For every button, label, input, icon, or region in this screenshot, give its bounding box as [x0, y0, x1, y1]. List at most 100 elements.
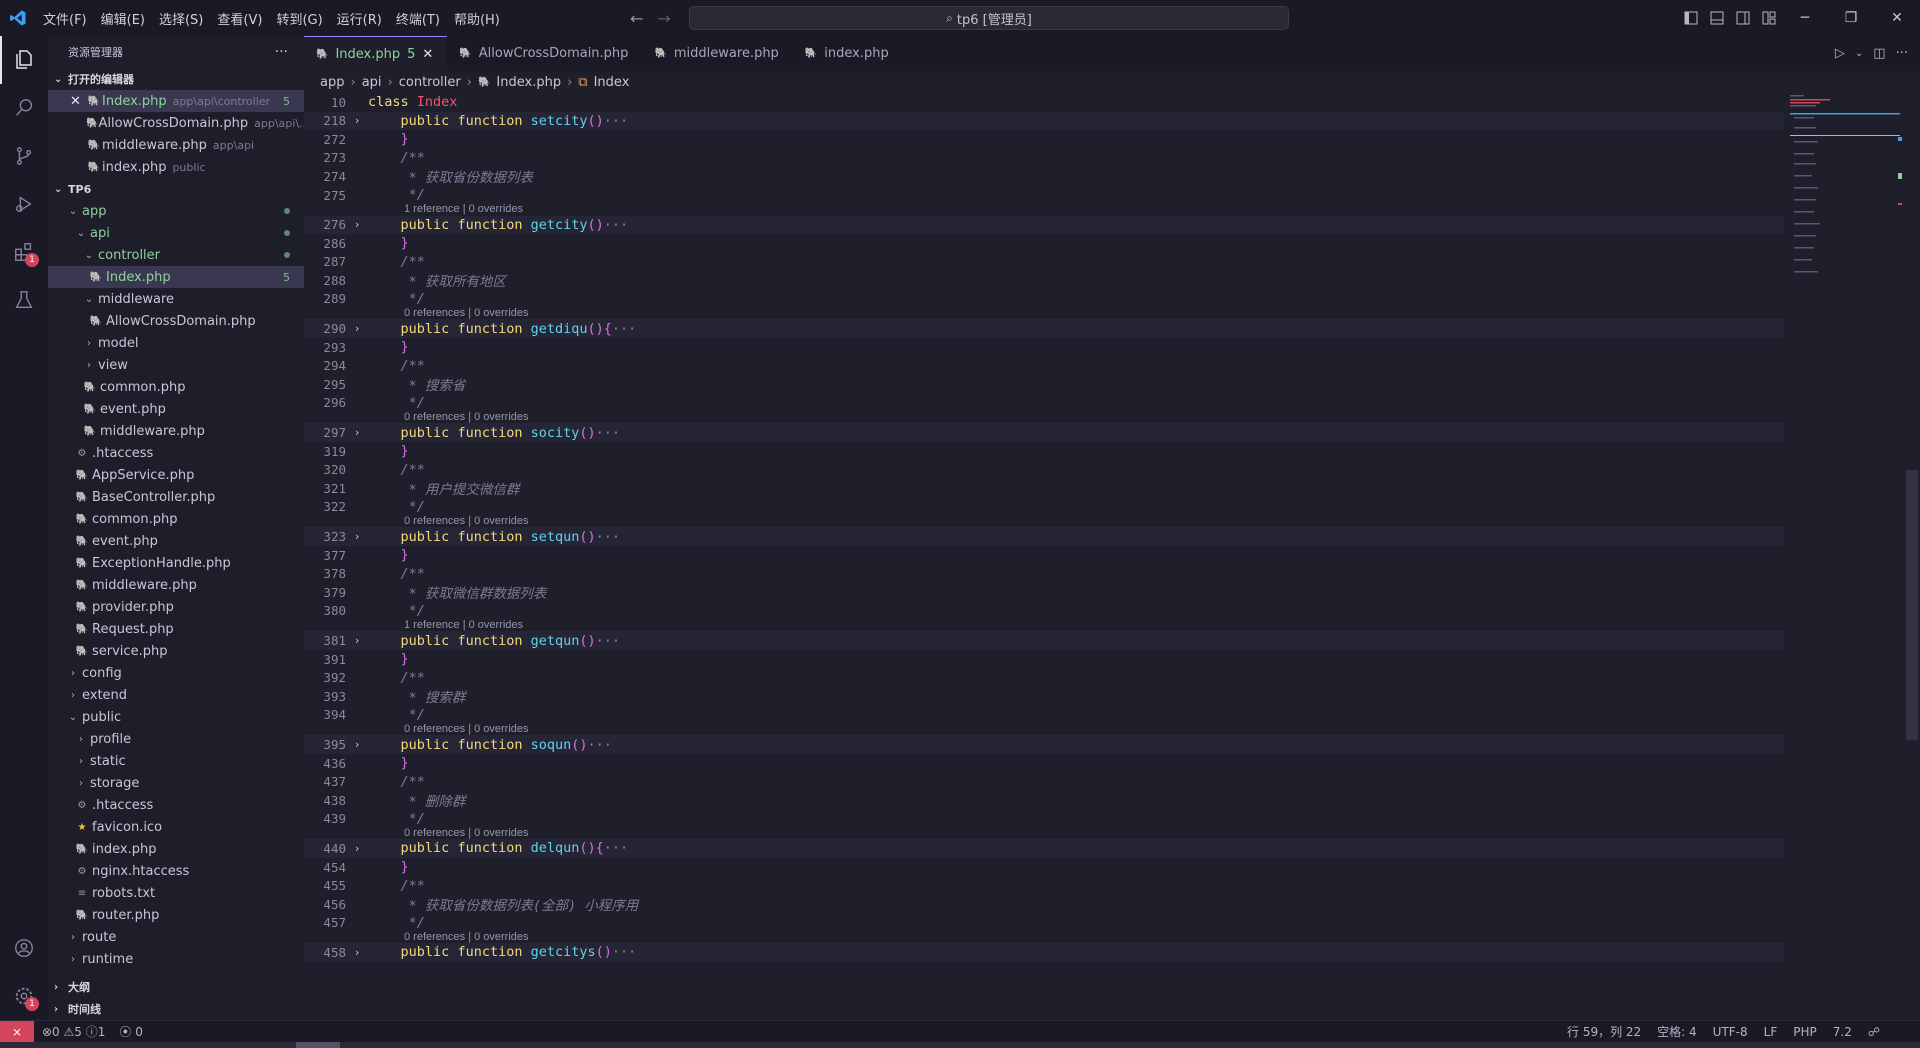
tree-file[interactable]: 🐘 service.php	[48, 640, 304, 662]
tree-file[interactable]: 🐘 AppService.php	[48, 464, 304, 486]
problems-indicator[interactable]: ⊗0 ⚠5 ⓘ1	[42, 1023, 105, 1040]
tree-file[interactable]: 🐘 provider.php	[48, 596, 304, 618]
toggle-primary-sidebar-icon[interactable]	[1678, 0, 1704, 36]
split-editor-icon[interactable]: ◫	[1873, 46, 1885, 61]
fold-chevron-icon[interactable]: ›	[346, 114, 368, 127]
minimize-icon[interactable]: ─	[1782, 0, 1828, 36]
tree-file[interactable]: ★ favicon.ico	[48, 816, 304, 838]
back-arrow-icon[interactable]: ←	[630, 9, 643, 28]
tab-allowcrossdomain[interactable]: 🐘 AllowCrossDomain.php	[447, 36, 642, 71]
close-icon[interactable]: ✕	[422, 47, 433, 62]
tree-file[interactable]: 🐘 middleware.php	[48, 574, 304, 596]
breadcrumb-item[interactable]: Index.php	[496, 75, 561, 90]
open-editor-item[interactable]: 🐘 middleware.php app\api	[48, 134, 304, 156]
tab-middleware[interactable]: 🐘 middleware.php	[642, 36, 792, 71]
fold-ellipsis[interactable]: ···	[604, 217, 628, 233]
tree-file[interactable]: 🐘 event.php	[48, 530, 304, 552]
extensions-icon[interactable]: 1	[0, 228, 48, 276]
close-icon[interactable]: ✕	[1874, 0, 1920, 36]
tree-file[interactable]: 🐘 AllowCrossDomain.php	[48, 310, 304, 332]
tree-folder[interactable]: › view	[48, 354, 304, 376]
menu-item[interactable]: 选择(S)	[152, 9, 210, 28]
menu-item[interactable]: 文件(F)	[36, 9, 94, 28]
tree-file[interactable]: 🐘 common.php	[48, 376, 304, 398]
tree-file[interactable]: 🐘 BaseController.php	[48, 486, 304, 508]
fold-chevron-icon[interactable]: ›	[346, 634, 368, 647]
end-of-line[interactable]: LF	[1764, 1025, 1778, 1039]
tree-folder[interactable]: ⌄ api	[48, 222, 304, 244]
fold-chevron-icon[interactable]: ›	[346, 322, 368, 335]
tree-file[interactable]: ⚙ .htaccess	[48, 794, 304, 816]
fold-ellipsis[interactable]: ···	[612, 321, 636, 337]
customize-layout-icon[interactable]	[1756, 0, 1782, 36]
fold-ellipsis[interactable]: ···	[604, 113, 628, 129]
testing-icon[interactable]	[0, 276, 48, 324]
tree-folder[interactable]: › static	[48, 750, 304, 772]
fold-chevron-icon[interactable]: ›	[346, 426, 368, 439]
chevron-down-icon[interactable]: ⌄	[1855, 48, 1863, 59]
run-icon[interactable]: ▷	[1835, 46, 1845, 61]
run-debug-icon[interactable]	[0, 180, 48, 228]
code-editor[interactable]: 10 class Index 218 › public function setcit…	[304, 93, 1784, 1016]
project-section[interactable]: ⌄ TP6	[48, 178, 304, 200]
tree-folder[interactable]: › profile	[48, 728, 304, 750]
tree-file[interactable]: 🐘 Request.php	[48, 618, 304, 640]
tree-file[interactable]: 🐘 Index.php 5	[48, 266, 304, 288]
source-control-icon[interactable]	[0, 132, 48, 180]
accounts-icon[interactable]	[0, 924, 48, 972]
forward-arrow-icon[interactable]: →	[657, 9, 670, 28]
tree-folder[interactable]: › runtime	[48, 948, 304, 970]
command-center-search[interactable]: ⌕ tp6 [管理员]	[689, 6, 1289, 30]
fold-ellipsis[interactable]: ···	[588, 737, 612, 753]
tree-folder[interactable]: › route	[48, 926, 304, 948]
breadcrumb-item[interactable]: api	[362, 75, 382, 90]
breadcrumb-item[interactable]: controller	[399, 75, 461, 90]
toggle-secondary-sidebar-icon[interactable]	[1730, 0, 1756, 36]
tree-file[interactable]: ⚙ .htaccess	[48, 442, 304, 464]
fold-ellipsis[interactable]: ···	[596, 633, 620, 649]
breadcrumb-item[interactable]: Index	[594, 75, 630, 90]
language-mode[interactable]: PHP	[1793, 1025, 1817, 1039]
tree-folder[interactable]: ⌄ controller	[48, 244, 304, 266]
timeline-section[interactable]: › 时间线	[48, 998, 304, 1020]
menu-item[interactable]: 转到(G)	[269, 9, 329, 28]
open-editor-item[interactable]: ✕ 🐘 Index.php app\api\controller 5	[48, 90, 304, 112]
fold-ellipsis[interactable]: ···	[612, 944, 636, 960]
tree-file[interactable]: 🐘 router.php	[48, 904, 304, 926]
indentation[interactable]: 空格: 4	[1657, 1023, 1697, 1040]
fold-chevron-icon[interactable]: ›	[346, 530, 368, 543]
open-editor-item[interactable]: 🐘 index.php public	[48, 156, 304, 178]
cursor-position[interactable]: 行 59，列 22	[1567, 1023, 1641, 1040]
fold-chevron-icon[interactable]: ›	[346, 946, 368, 959]
tree-file[interactable]: 🐘 common.php	[48, 508, 304, 530]
breadcrumb-item[interactable]: app	[320, 75, 344, 90]
more-actions-icon[interactable]: ···	[1896, 46, 1908, 61]
ports-indicator[interactable]: ⦿ 0	[119, 1023, 142, 1040]
fold-ellipsis[interactable]: ···	[596, 529, 620, 545]
outline-section[interactable]: › 大纲	[48, 976, 304, 998]
menu-item[interactable]: 查看(V)	[210, 9, 269, 28]
tree-folder[interactable]: ⌄ app	[48, 200, 304, 222]
minimap[interactable]	[1784, 93, 1904, 1016]
toggle-panel-icon[interactable]	[1704, 0, 1730, 36]
explorer-icon[interactable]	[0, 36, 48, 84]
tree-folder[interactable]: › extend	[48, 684, 304, 706]
fold-chevron-icon[interactable]: ›	[346, 738, 368, 751]
menu-item[interactable]: 编辑(E)	[94, 9, 152, 28]
close-icon[interactable]: ✕	[70, 94, 86, 109]
vertical-scrollbar[interactable]	[1906, 470, 1918, 740]
tree-folder[interactable]: › config	[48, 662, 304, 684]
tree-file[interactable]: ⚙ nginx.htaccess	[48, 860, 304, 882]
horizontal-scroll-thumb[interactable]	[296, 1042, 340, 1048]
fold-chevron-icon[interactable]: ›	[346, 842, 368, 855]
manage-gear-icon[interactable]: 1	[0, 972, 48, 1020]
tree-folder[interactable]: ⌄ public	[48, 706, 304, 728]
fold-ellipsis[interactable]: ···	[604, 840, 628, 856]
tree-file[interactable]: 🐘 event.php	[48, 398, 304, 420]
tab-index-php[interactable]: 🐘 Index.php 5 ✕	[304, 36, 448, 71]
fold-chevron-icon[interactable]: ›	[346, 218, 368, 231]
tree-file[interactable]: 🐘 middleware.php	[48, 420, 304, 442]
menu-item[interactable]: 帮助(H)	[447, 9, 507, 28]
tree-folder[interactable]: › model	[48, 332, 304, 354]
tree-folder[interactable]: › storage	[48, 772, 304, 794]
